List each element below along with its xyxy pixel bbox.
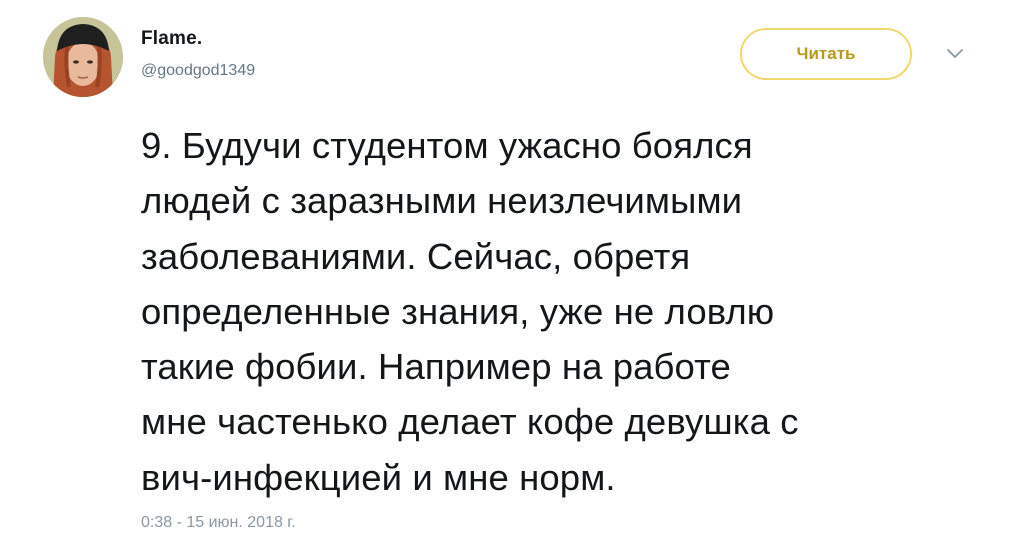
tweet-timestamp[interactable]: 0:38 - 15 июн. 2018 г. (141, 514, 296, 532)
tweet-card: Flame. @goodgod1349 Читать 9. Будучи сту… (0, 0, 1024, 555)
user-handle[interactable]: @goodgod1349 (141, 62, 255, 80)
follow-button[interactable]: Читать (740, 28, 912, 80)
avatar-image (43, 17, 123, 97)
display-name[interactable]: Flame. (141, 28, 202, 50)
chevron-down-icon[interactable] (944, 46, 966, 62)
avatar[interactable] (43, 17, 123, 97)
tweet-text: 9. Будучи студентом ужасно боялся людей … (141, 125, 799, 498)
